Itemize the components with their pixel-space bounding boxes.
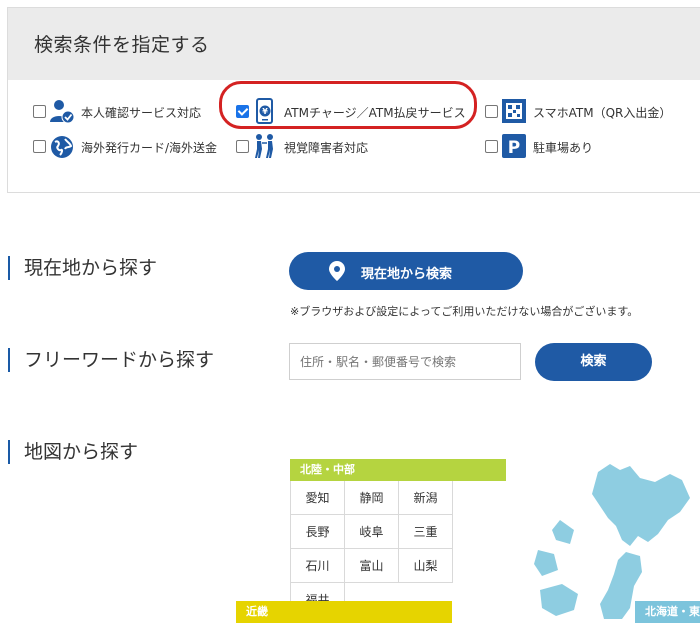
- qr-atm-icon: [502, 99, 526, 123]
- prefecture-link[interactable]: 長野: [291, 515, 345, 549]
- prefecture-link[interactable]: 石川: [291, 549, 345, 583]
- accessibility-icon: [255, 134, 273, 158]
- highlight-annotation: [219, 81, 477, 129]
- location-button-label: 現在地から検索: [361, 267, 453, 282]
- option-label: 海外発行カード/海外送金: [81, 141, 218, 155]
- filter-header: 検索条件を指定する: [8, 8, 700, 80]
- option-parking[interactable]: P 駐車場あり: [485, 133, 635, 161]
- prefecture-link[interactable]: 愛知: [291, 481, 345, 515]
- option-label: 本人確認サービス対応: [81, 106, 202, 120]
- freeword-heading: フリーワードから探す: [8, 348, 214, 372]
- overseas-card-checkbox[interactable]: [33, 140, 46, 153]
- parking-icon: P: [502, 134, 526, 158]
- region-hokuriku-chubu: 北陸・中部 愛知 静岡 新潟 長野 岐阜 三重 石川 富山 山梨 福井: [290, 459, 506, 617]
- prefecture-link[interactable]: 山梨: [399, 549, 453, 583]
- japan-map[interactable]: [530, 460, 700, 619]
- search-current-location-button[interactable]: 現在地から検索: [289, 252, 523, 290]
- smartphone-atm-checkbox[interactable]: [485, 105, 498, 118]
- option-label: 駐車場あり: [533, 141, 594, 155]
- parking-checkbox[interactable]: [485, 140, 498, 153]
- map-heading: 地図から探す: [8, 440, 138, 464]
- visual-impairment-checkbox[interactable]: [236, 140, 249, 153]
- filter-title: 検索条件を指定する: [34, 34, 210, 56]
- option-overseas-card[interactable]: 海外発行カード/海外送金: [33, 133, 223, 161]
- location-heading: 現在地から探す: [8, 256, 157, 280]
- region-header[interactable]: 北陸・中部: [290, 459, 506, 481]
- identity-verification-checkbox[interactable]: [33, 105, 46, 118]
- globe-icon: [51, 136, 73, 158]
- region-hokkaido-tohoku: 北海道・東: [635, 601, 700, 623]
- prefecture-link[interactable]: 岐阜: [345, 515, 399, 549]
- region-kinki: 近畿: [236, 601, 452, 623]
- option-visual-impairment[interactable]: 視覚障害者対応: [236, 133, 416, 161]
- svg-text:P: P: [508, 138, 520, 158]
- person-check-icon: [50, 100, 75, 124]
- prefecture-link[interactable]: 新潟: [399, 481, 453, 515]
- location-note: ※ブラウザおよび設定によってご利用いただけない場合がございます。: [290, 305, 639, 318]
- prefecture-link[interactable]: 富山: [345, 549, 399, 583]
- freeword-search-button[interactable]: 検索: [535, 343, 652, 381]
- location-pin-icon: [329, 261, 345, 281]
- option-label: 視覚障害者対応: [284, 141, 369, 155]
- freeword-search-input[interactable]: [289, 343, 521, 380]
- prefecture-link[interactable]: 静岡: [345, 481, 399, 515]
- region-header[interactable]: 近畿: [236, 601, 452, 623]
- prefecture-link[interactable]: 三重: [399, 515, 453, 549]
- option-smartphone-atm[interactable]: スマホATM（QR入出金）: [485, 98, 685, 126]
- option-label: スマホATM（QR入出金）: [533, 106, 672, 120]
- region-header[interactable]: 北海道・東: [635, 601, 700, 623]
- option-identity-verification[interactable]: 本人確認サービス対応: [33, 98, 213, 126]
- prefecture-grid: 愛知 静岡 新潟 長野 岐阜 三重 石川 富山 山梨 福井: [290, 481, 506, 617]
